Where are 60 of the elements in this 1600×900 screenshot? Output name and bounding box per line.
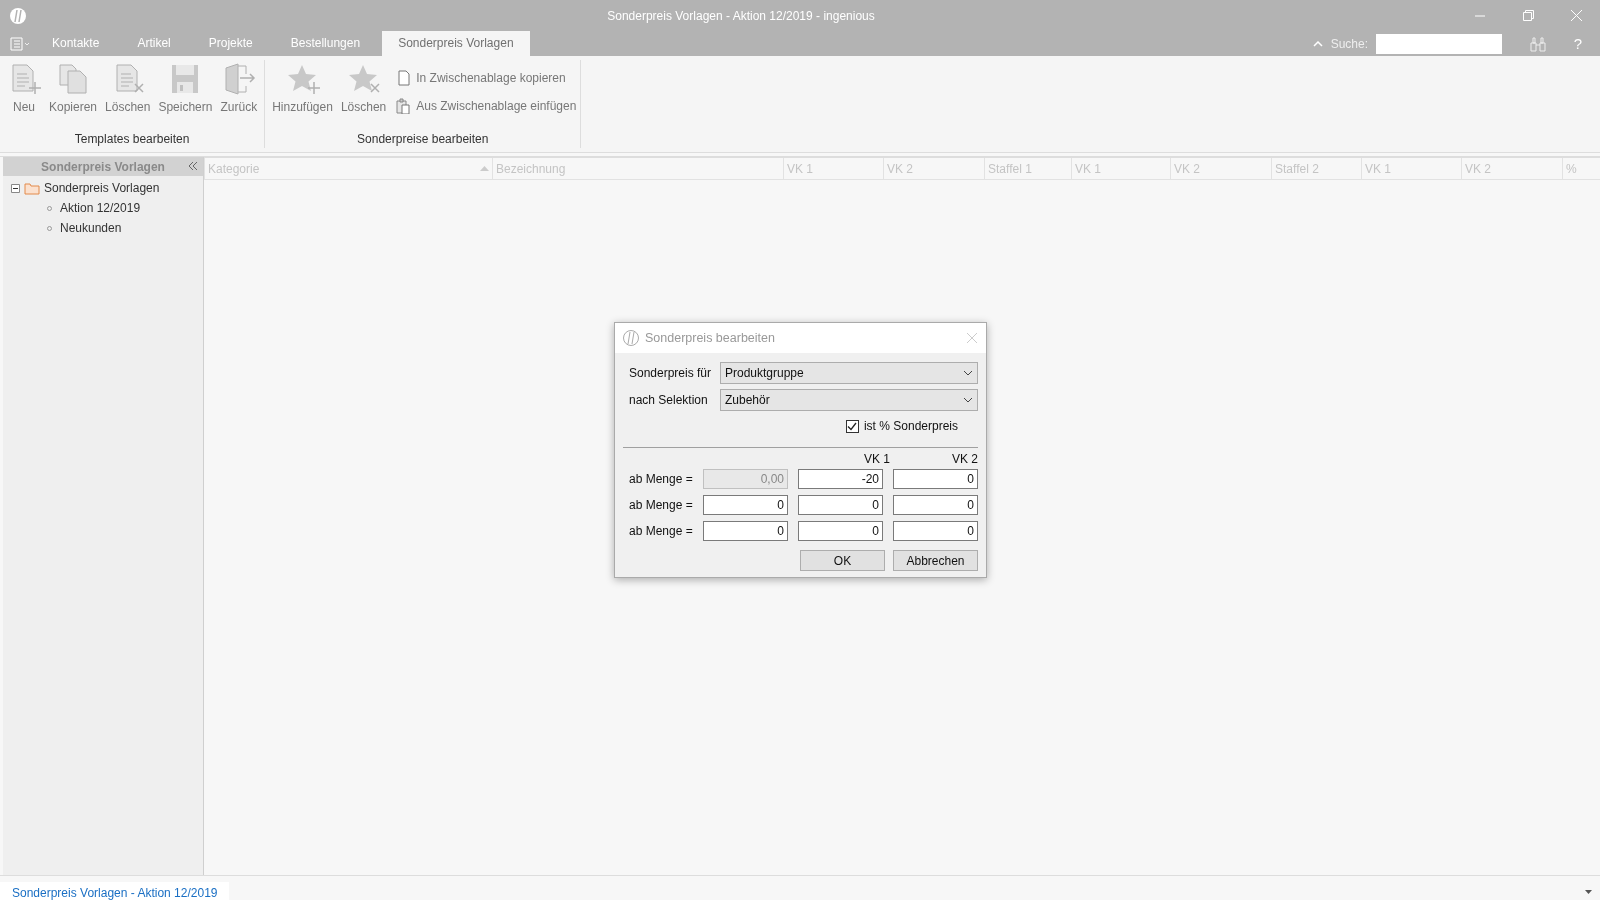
ribbon-button[interactable]: Löschen: [337, 60, 390, 132]
collapse-icon[interactable]: [187, 160, 199, 172]
app-menu-icon[interactable]: [10, 36, 30, 51]
number-field[interactable]: 0: [893, 495, 978, 515]
dropdown-field[interactable]: Produktgruppe: [720, 361, 978, 384]
bullet-icon: [47, 205, 52, 211]
ribbon-button[interactable]: Kopieren: [46, 60, 101, 132]
column-label: VK 2: [951, 452, 978, 466]
number-field[interactable]: -20: [798, 469, 883, 489]
number-field[interactable]: 0: [703, 521, 788, 541]
ribbon-button[interactable]: Zurück: [217, 60, 261, 132]
app-logo-icon: [10, 7, 26, 24]
checkbox-label: ist % Sonderpreis: [863, 419, 958, 433]
app-logo-icon: [623, 330, 639, 346]
dialog-title: Sonderpreis bearbeiten: [645, 331, 775, 345]
ribbon-button[interactable]: In Zwischenablage kopieren: [395, 70, 577, 86]
clipboard-icon: [395, 98, 412, 114]
copy-icon: [56, 62, 90, 96]
row-label: ab Menge =: [629, 524, 694, 538]
window-title: Sonderpreis Vorlagen - Aktion 12/2019 - ingenious: [606, 8, 876, 23]
dialog-button[interactable]: OK: [800, 550, 885, 571]
caret-icon: [963, 396, 973, 403]
row-label: ab Menge =: [629, 498, 694, 512]
ribbon-group-title: Templates bearbeiten: [73, 132, 191, 148]
number-field[interactable]: 0: [798, 521, 883, 541]
row-label: ab Menge =: [629, 472, 694, 486]
tree-item[interactable]: Aktion 12/2019: [60, 201, 141, 215]
ribbon-button[interactable]: Neu: [4, 60, 44, 132]
restore-icon[interactable]: [1522, 10, 1534, 21]
ribbon-group-title: Sonderpreise bearbeiten: [356, 132, 490, 148]
minus-box-icon[interactable]: [11, 183, 20, 193]
tree-item[interactable]: Sonderpreis Vorlagen: [44, 181, 160, 195]
binoculars-icon[interactable]: [1530, 35, 1546, 52]
number-field[interactable]: 0: [798, 495, 883, 515]
caret-icon: [963, 369, 973, 376]
number-field[interactable]: 0: [703, 495, 788, 515]
checkbox[interactable]: [845, 419, 859, 433]
bullet-icon: [47, 225, 52, 231]
dropdown-field[interactable]: Zubehör: [720, 388, 978, 411]
sidebar-title: Sonderpreis Vorlagen: [41, 159, 165, 174]
number-field[interactable]: 0: [893, 469, 978, 489]
search-field[interactable]: [1376, 33, 1502, 54]
folder-icon: [24, 181, 40, 195]
field-label: nach Selektion: [629, 392, 709, 407]
document-tab[interactable]: Sonderpreis Vorlagen - Aktion 12/2019: [0, 882, 230, 900]
menu-tab[interactable]: Sonderpreis Vorlagen: [382, 31, 530, 56]
dropdown-arrow-icon[interactable]: [1585, 890, 1592, 894]
close-icon[interactable]: [966, 332, 978, 344]
ribbon-button[interactable]: Aus Zwischenablage einfügen: [395, 98, 577, 114]
number-field[interactable]: 0: [893, 521, 978, 541]
tree-item[interactable]: Neukunden: [60, 221, 122, 235]
ribbon-button[interactable]: Hinzufügen: [269, 60, 336, 132]
document-icon: [395, 70, 412, 86]
column-label: VK 1: [863, 452, 890, 466]
search-label: Suche:: [1330, 36, 1368, 51]
dialog-button[interactable]: Abbrechen: [893, 550, 978, 571]
chevron-up-icon[interactable]: [1312, 40, 1323, 47]
ribbon-button[interactable]: Speichern: [155, 60, 216, 132]
field-label: Sonderpreis für: [629, 365, 713, 380]
ribbon-button[interactable]: Löschen: [102, 60, 154, 132]
